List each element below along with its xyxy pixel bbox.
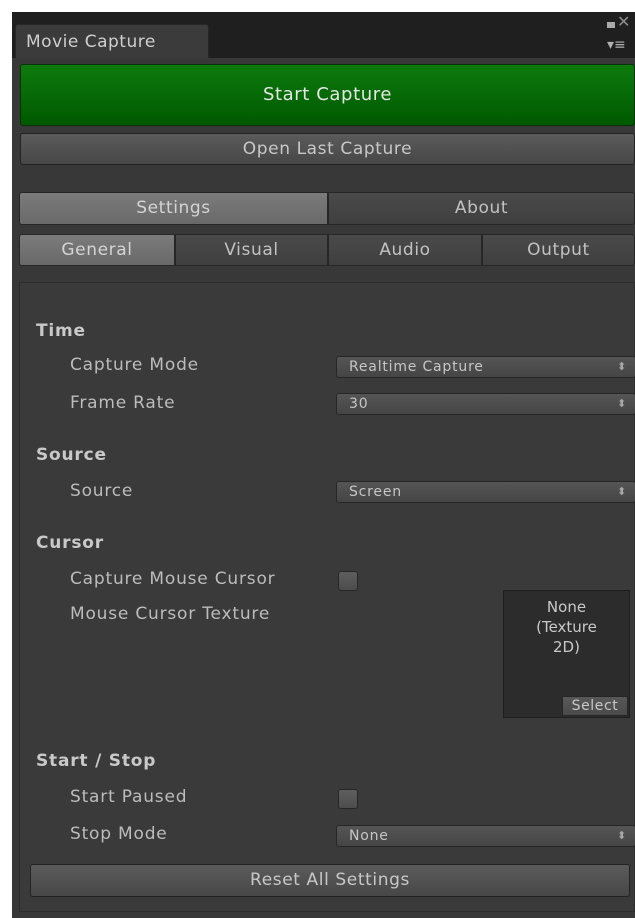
time-section-header: Time xyxy=(36,321,86,341)
tab-about[interactable]: About xyxy=(328,192,635,225)
movie-capture-window: Movie Capture ✕ ▾≡ Start Capture Open La… xyxy=(12,12,635,918)
close-icon[interactable]: ✕ xyxy=(617,14,630,30)
source-label: Source xyxy=(70,481,134,501)
menu-icon[interactable]: ▾≡ xyxy=(607,38,626,52)
texture-select-button[interactable]: Select xyxy=(562,696,628,716)
frame-rate-label: Frame Rate xyxy=(70,393,176,413)
start-paused-label: Start Paused xyxy=(70,787,188,807)
dropdown-arrow-icon: ⬍ xyxy=(616,485,627,498)
reset-all-settings-button[interactable]: Reset All Settings xyxy=(30,864,630,897)
stop-mode-label: Stop Mode xyxy=(70,824,168,844)
capture-mode-dropdown[interactable]: Realtime Capture ⬍ xyxy=(336,356,635,378)
start-paused-checkbox[interactable] xyxy=(338,789,358,809)
capture-mode-value: Realtime Capture xyxy=(349,359,484,375)
subtab-general[interactable]: General xyxy=(19,234,175,266)
window-tab-movie-capture[interactable]: Movie Capture xyxy=(15,24,209,58)
dropdown-arrow-icon: ⬍ xyxy=(616,829,627,842)
texture-value: None (Texture 2D) xyxy=(536,598,597,656)
frame-rate-dropdown[interactable]: 30 ⬍ xyxy=(336,393,635,415)
window-controls: ✕ ▾≡ xyxy=(605,14,631,56)
stop-mode-value: None xyxy=(349,828,389,844)
stop-mode-dropdown[interactable]: None ⬍ xyxy=(336,825,635,847)
open-last-capture-button[interactable]: Open Last Capture xyxy=(20,133,635,165)
mouse-cursor-texture-label: Mouse Cursor Texture xyxy=(70,604,271,624)
tab-settings[interactable]: Settings xyxy=(19,192,328,225)
subtab-visual[interactable]: Visual xyxy=(175,234,328,266)
subtab-output[interactable]: Output xyxy=(482,234,635,266)
frame-rate-value: 30 xyxy=(349,396,369,412)
source-section-header: Source xyxy=(36,445,107,465)
capture-mouse-cursor-label: Capture Mouse Cursor xyxy=(70,569,276,589)
start-capture-button[interactable]: Start Capture xyxy=(20,64,635,126)
cursor-section-header: Cursor xyxy=(36,533,104,553)
mouse-cursor-texture-field[interactable]: None (Texture 2D) Select xyxy=(503,590,630,718)
dropdown-arrow-icon: ⬍ xyxy=(616,360,627,373)
dropdown-arrow-icon: ⬍ xyxy=(616,397,627,410)
window-tab-bar: Movie Capture ✕ ▾≡ xyxy=(12,12,635,58)
maximize-icon[interactable] xyxy=(607,22,615,28)
subtab-audio[interactable]: Audio xyxy=(328,234,482,266)
source-value: Screen xyxy=(349,484,402,500)
capture-mode-label: Capture Mode xyxy=(70,355,199,375)
start-stop-section-header: Start / Stop xyxy=(36,751,157,771)
source-dropdown[interactable]: Screen ⬍ xyxy=(336,481,635,503)
capture-mouse-cursor-checkbox[interactable] xyxy=(338,571,358,591)
